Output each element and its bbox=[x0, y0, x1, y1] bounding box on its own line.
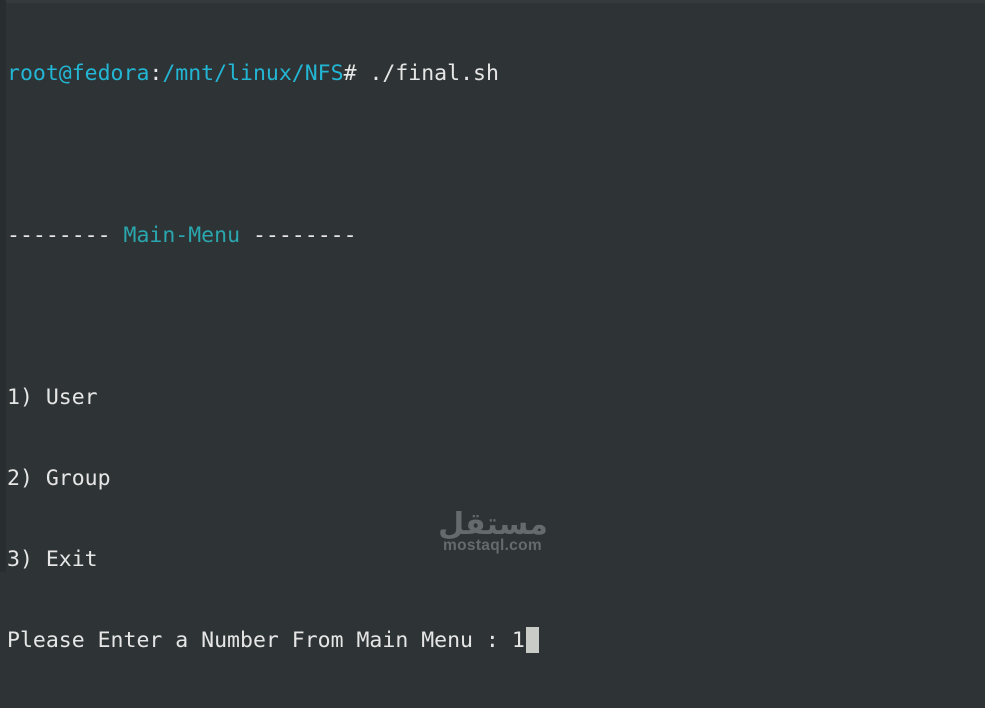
menu-option-label: User bbox=[45, 385, 98, 410]
menu-option-group: 2) Group bbox=[7, 465, 975, 492]
prompt-path: /mnt/linux/NFS bbox=[162, 61, 344, 86]
menu-option-label: Exit bbox=[45, 547, 98, 572]
menu-option-number: 2) bbox=[7, 466, 33, 491]
prompt-symbol: # bbox=[343, 61, 357, 86]
menu-option-label: Group bbox=[45, 466, 111, 491]
prompt-user-host: root@fedora bbox=[7, 61, 150, 86]
mostaql-logo-icon: مستقل bbox=[438, 507, 548, 540]
prompt-command: ./final.sh bbox=[356, 61, 499, 86]
menu-option-user: 1) User bbox=[7, 384, 975, 411]
prompt-line: root@fedora:/mnt/linux/NFS# ./final.sh bbox=[7, 60, 975, 87]
terminal-window[interactable]: root@fedora:/mnt/linux/NFS# ./final.sh -… bbox=[0, 0, 985, 653]
menu-header-right-dashes: -------- bbox=[252, 223, 357, 248]
menu-header-line: -------- Main-Menu -------- bbox=[7, 222, 975, 249]
input-line[interactable]: Please Enter a Number From Main Menu : 1 bbox=[7, 627, 975, 654]
input-value[interactable]: 1 bbox=[512, 628, 525, 653]
mostaql-site-label: mostaql.com bbox=[443, 537, 542, 554]
menu-option-number: 3) bbox=[7, 547, 33, 572]
menu-option-number: 1) bbox=[7, 385, 33, 410]
terminal-left-border bbox=[0, 0, 6, 572]
mostaql-logo-text: مستقل bbox=[438, 507, 548, 540]
terminal-output: root@fedora:/mnt/linux/NFS# ./final.sh -… bbox=[7, 6, 975, 708]
menu-title: Main-Menu bbox=[123, 223, 241, 248]
prompt-separator: : bbox=[149, 61, 163, 86]
text-cursor bbox=[525, 627, 539, 653]
terminal-top-border bbox=[0, 0, 985, 3]
menu-header-left-dashes: -------- bbox=[7, 223, 111, 248]
input-prompt-text: Please Enter a Number From Main Menu : bbox=[7, 628, 512, 653]
mostaql-watermark: مستقل mostaql.com bbox=[430, 506, 555, 555]
